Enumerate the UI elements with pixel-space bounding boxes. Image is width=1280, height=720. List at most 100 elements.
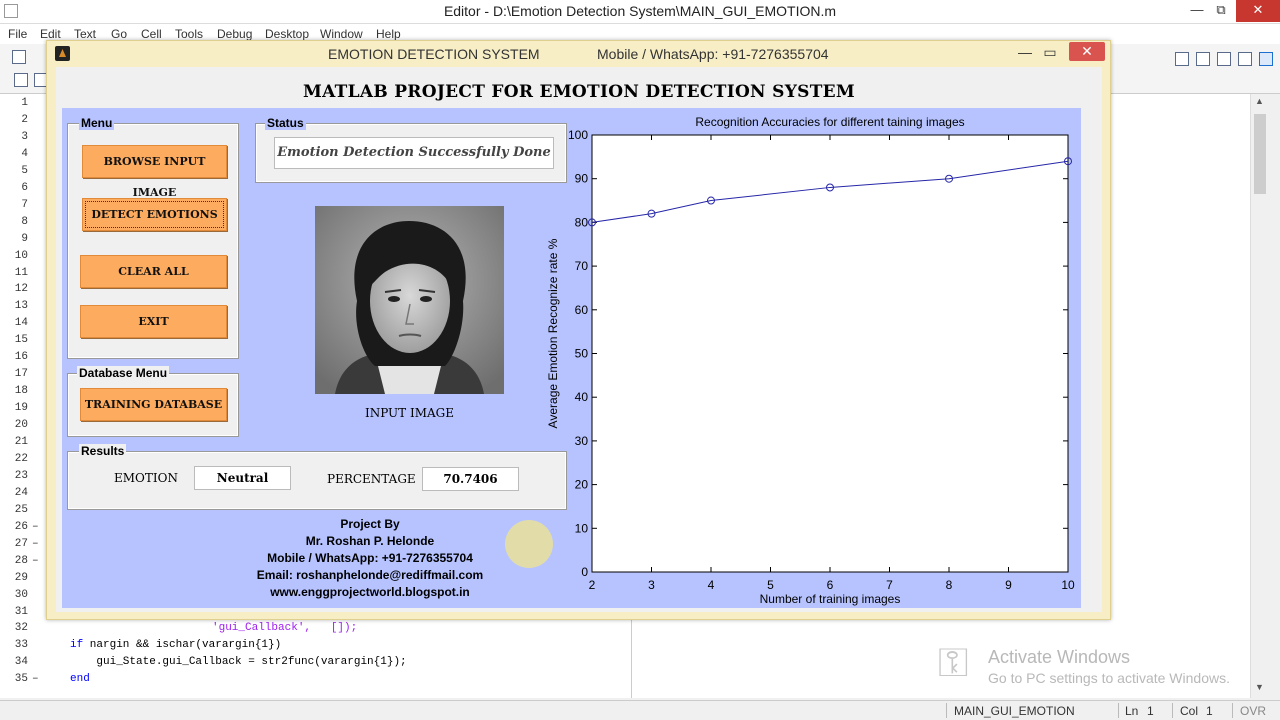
- y-tick-label: 30: [575, 434, 589, 448]
- line-number: 24: [14, 486, 28, 499]
- line-number: 35: [14, 673, 28, 686]
- accuracy-chart: 0 10 20 30 40 50 60 70 80 90 100 2 3 4 5 6 7 8 9 10 Recognit…: [546, 115, 1075, 606]
- x-tick-label: 7: [886, 578, 893, 592]
- float-icon[interactable]: [1238, 52, 1252, 66]
- line-number: 19: [14, 402, 28, 415]
- fold-marker[interactable]: –: [32, 673, 39, 685]
- main-panel: Menu BROWSE INPUT IMAGE DETECT EMOTIONS …: [62, 108, 1081, 608]
- menu-edit[interactable]: Edit: [40, 27, 61, 41]
- editor-statusbar: MAIN_GUI_EMOTION Ln 1 Col 1 OVR: [0, 700, 1280, 720]
- fold-marker[interactable]: –: [32, 538, 39, 550]
- line-number: 22: [14, 452, 28, 465]
- code-line: 'gui_Callback', []);: [212, 622, 358, 635]
- line-number: 20: [14, 419, 28, 432]
- line-number: 14: [14, 317, 28, 330]
- x-tick-label: 8: [946, 578, 953, 592]
- code-line: if nargin && ischar(varargin{1}): [70, 639, 282, 652]
- insert-icon[interactable]: [14, 73, 28, 87]
- line-number: 30: [14, 588, 28, 601]
- menu-cell[interactable]: Cell: [141, 27, 162, 41]
- line-number: 16: [14, 351, 28, 364]
- line-number: 10: [14, 249, 28, 262]
- line-number: 26: [14, 520, 28, 533]
- watermark-title: Activate Windows: [988, 647, 1131, 667]
- menu-window[interactable]: Window: [320, 27, 363, 41]
- status-file: MAIN_GUI_EMOTION: [954, 704, 1075, 718]
- menu-desktop[interactable]: Desktop: [265, 27, 309, 41]
- x-tick-label: 2: [589, 578, 596, 592]
- editor-titlebar: Editor - D:\Emotion Detection System\MAI…: [0, 0, 1280, 24]
- scroll-thumb[interactable]: [1254, 114, 1266, 194]
- status-mode: OVR: [1240, 704, 1267, 718]
- main-heading: MATLAB PROJECT FOR EMOTION DETECTION SYS…: [302, 82, 856, 102]
- line-number: 7: [21, 198, 28, 211]
- line-number: 33: [14, 639, 28, 652]
- mouse-cursor-highlight: [505, 520, 553, 568]
- menu-debug[interactable]: Debug: [217, 27, 252, 41]
- figure-minimize-button[interactable]: —: [1013, 43, 1037, 63]
- line-number: 5: [21, 164, 28, 177]
- y-tick-label: 60: [575, 303, 589, 317]
- matlab-logo-icon: [55, 46, 70, 61]
- menu-go[interactable]: Go: [111, 27, 127, 41]
- status-ln: 1: [1147, 704, 1154, 718]
- chart-title: Recognition Accuracies for different tai…: [695, 115, 964, 129]
- y-tick-label: 100: [568, 128, 588, 142]
- x-tick-label: 3: [648, 578, 655, 592]
- y-axis-label: Average Emotion Recognize rate %: [546, 238, 560, 428]
- code-line: end: [70, 673, 90, 686]
- line-number: 34: [14, 656, 28, 669]
- tile-grid-icon[interactable]: [1175, 52, 1189, 66]
- line-number: 1: [21, 97, 28, 109]
- fold-marker[interactable]: –: [32, 521, 39, 533]
- figure-client-area: MATLAB PROJECT FOR EMOTION DETECTION SYS…: [56, 67, 1102, 612]
- y-tick-label: 40: [575, 390, 589, 404]
- y-tick-label: 70: [575, 259, 589, 273]
- restore-button[interactable]: ⧉: [1206, 0, 1236, 22]
- menu-file[interactable]: File: [8, 27, 27, 41]
- menu-tools[interactable]: Tools: [175, 27, 203, 41]
- menu-text[interactable]: Text: [74, 27, 96, 41]
- figure-close-button[interactable]: ✕: [1069, 42, 1105, 61]
- line-number: 29: [14, 571, 28, 584]
- line-number: 2: [21, 113, 28, 126]
- new-file-icon[interactable]: [12, 50, 26, 64]
- y-tick-label: 0: [581, 565, 588, 579]
- x-axis-label: Number of training images: [760, 592, 901, 606]
- line-number: 27: [14, 537, 28, 550]
- scroll-up-icon[interactable]: ▲: [1255, 96, 1264, 106]
- x-tick-label: 5: [767, 578, 774, 592]
- figure-maximize-button[interactable]: ▭: [1038, 43, 1062, 63]
- figure-title: EMOTION DETECTION SYSTEM: [328, 46, 540, 62]
- y-tick-label: 90: [575, 172, 589, 186]
- maximize-pane-icon[interactable]: [1259, 52, 1273, 66]
- editor-title: Editor - D:\Emotion Detection System\MAI…: [443, 3, 837, 19]
- y-tick-label: 10: [575, 521, 589, 535]
- line-number: 15: [14, 334, 28, 347]
- menu-help[interactable]: Help: [376, 27, 401, 41]
- x-tick-label: 4: [708, 578, 715, 592]
- line-number: 8: [21, 215, 28, 228]
- x-tick-label: 10: [1061, 578, 1075, 592]
- status-ln-label: Ln: [1125, 704, 1139, 718]
- line-number: 18: [14, 385, 28, 398]
- line-number: 4: [21, 147, 28, 160]
- fold-marker[interactable]: –: [32, 555, 39, 567]
- scroll-down-icon[interactable]: ▼: [1255, 682, 1264, 692]
- y-tick-label: 20: [575, 478, 589, 492]
- activate-windows-watermark: ⚿ Activate Windows Go to PC settings to …: [938, 643, 1238, 689]
- line-number: 11: [14, 266, 28, 279]
- close-button[interactable]: ✕: [1236, 0, 1280, 22]
- line-number: 28: [14, 554, 28, 567]
- line-number: 12: [14, 283, 28, 296]
- tile-columns-icon[interactable]: [1196, 52, 1210, 66]
- x-tick-label: 6: [827, 578, 834, 592]
- tile-rows-icon[interactable]: [1217, 52, 1231, 66]
- figure-titlebar: EMOTION DETECTION SYSTEM Mobile / WhatsA…: [47, 41, 1110, 67]
- line-number: 23: [14, 469, 28, 482]
- status-col-label: Col: [1180, 704, 1199, 718]
- vertical-scrollbar[interactable]: ▲ ▼: [1250, 94, 1268, 698]
- line-number: 9: [21, 232, 28, 245]
- plot-area: [591, 134, 1069, 573]
- status-col: 1: [1206, 704, 1213, 718]
